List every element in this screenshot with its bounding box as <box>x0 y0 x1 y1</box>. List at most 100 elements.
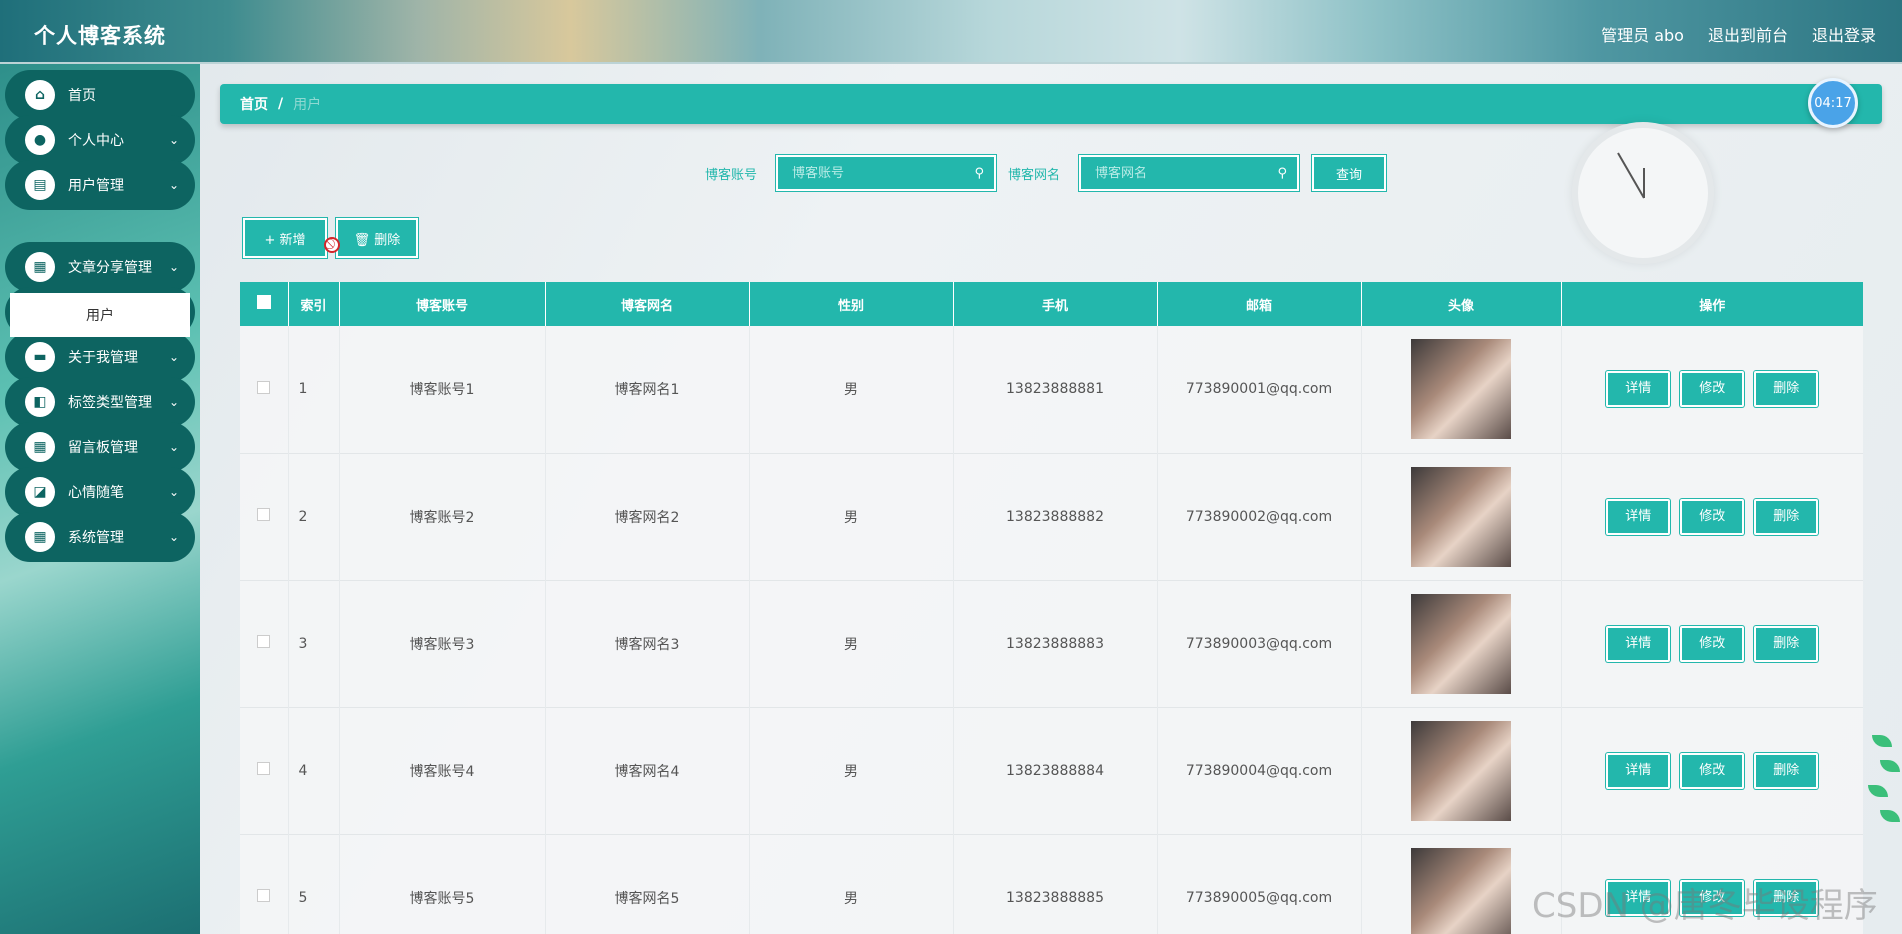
table-row: 4 博客账号4 博客网名4 男 13823888884 773890004@qq.com 详… <box>240 707 1863 834</box>
cell-phone: 13823888885 <box>953 834 1158 934</box>
cell-phone: 13823888882 <box>953 453 1158 580</box>
row-checkbox[interactable] <box>257 762 271 775</box>
wallet-icon: ◧ <box>25 387 55 417</box>
chevron-down-icon: ⌄ <box>168 260 179 274</box>
column-header-avatar: 头像 <box>1361 282 1562 326</box>
nickname-search-input[interactable] <box>1095 165 1265 181</box>
avatar <box>1411 339 1511 440</box>
cell-index: 1 <box>288 326 340 453</box>
sidebar-item-1[interactable]: ● 个人中心 ⌄ <box>5 115 195 165</box>
select-all-header[interactable] <box>240 282 289 326</box>
column-header-nickname: 博客网名 <box>545 282 750 326</box>
cell-email: 773890004@qq.com <box>1157 707 1362 834</box>
admin-user-link[interactable]: 管理员 abo <box>1601 22 1684 46</box>
table-row: 1 博客账号1 博客网名1 男 13823888881 773890001@qq.com 详… <box>240 326 1863 453</box>
sidebar-item-6[interactable]: ◧ 标签类型管理 ⌄ <box>5 377 195 427</box>
add-button[interactable]: + 新增 <box>243 218 327 258</box>
chevron-down-icon: ⌄ <box>168 395 179 409</box>
row-select-cell[interactable] <box>240 326 289 453</box>
cell-nickname: 博客网名1 <box>545 326 750 453</box>
cell-avatar <box>1361 453 1562 580</box>
column-header-index: 索引 <box>288 282 340 326</box>
cell-phone: 13823888883 <box>953 580 1158 707</box>
cell-account: 博客账号3 <box>339 580 546 707</box>
detail-button[interactable]: 详情 <box>1606 498 1671 535</box>
breadcrumb: 首页 / 用户 <box>220 84 1882 124</box>
sidebar-item-2[interactable]: ▤ 用户管理 ⌄ <box>5 160 195 210</box>
row-select-cell[interactable] <box>240 707 289 834</box>
select-all-checkbox[interactable] <box>256 295 271 309</box>
cell-index: 3 <box>288 580 340 707</box>
row-select-cell[interactable] <box>240 453 289 580</box>
detail-button[interactable]: 详情 <box>1606 371 1671 408</box>
sidebar-item-0[interactable]: ⌂ 首页 <box>5 70 195 120</box>
column-header-gender: 性别 <box>749 282 954 326</box>
cell-gender: 男 <box>749 326 954 453</box>
edit-button[interactable]: 修改 <box>1680 371 1745 408</box>
exit-to-frontend-link[interactable]: 退出到前台 <box>1708 22 1788 46</box>
cell-email: 773890002@qq.com <box>1157 453 1362 580</box>
cell-gender: 男 <box>749 707 954 834</box>
avatar <box>1411 593 1511 694</box>
grid-icon: ▦ <box>25 252 55 282</box>
sidebar-item-label: 用户管理 <box>68 178 124 194</box>
cell-avatar <box>1361 707 1562 834</box>
row-delete-button[interactable]: 删除 <box>1754 752 1819 789</box>
sidebar-item-9[interactable]: ▦ 系统管理 ⌄ <box>5 512 195 562</box>
chevron-down-icon: ⌄ <box>168 485 179 499</box>
sidebar-subitem-users[interactable]: 用户 <box>10 293 190 337</box>
row-checkbox[interactable] <box>257 508 271 521</box>
cell-account: 博客账号4 <box>339 707 546 834</box>
sidebar-item-8[interactable]: ◪ 心情随笔 ⌄ <box>5 467 195 517</box>
row-delete-button[interactable]: 删除 <box>1754 625 1819 662</box>
row-delete-button[interactable]: 删除 <box>1754 371 1819 408</box>
sidebar-item-label: 个人中心 <box>68 133 124 149</box>
row-checkbox[interactable] <box>257 635 271 648</box>
row-checkbox[interactable] <box>257 380 271 394</box>
account-search-box: ⚲ <box>776 155 996 191</box>
cell-avatar <box>1361 834 1562 934</box>
sidebar-item-7[interactable]: ▦ 留言板管理 ⌄ <box>5 422 195 472</box>
table-row: 3 博客账号3 博客网名3 男 13823888883 773890003@qq.com 详… <box>240 580 1863 707</box>
account-search-input[interactable] <box>792 165 962 181</box>
cell-index: 4 <box>288 707 340 834</box>
cell-account: 博客账号5 <box>339 834 546 934</box>
clock-illustration <box>1572 122 1714 264</box>
cell-nickname: 博客网名5 <box>545 834 750 934</box>
breadcrumb-separator: / <box>278 96 284 112</box>
cell-avatar <box>1361 326 1562 453</box>
query-button[interactable]: 查询 <box>1312 155 1386 191</box>
chevron-down-icon: ⌄ <box>168 350 179 364</box>
top-bar: 个人博客系统 管理员 abo 退出到前台 退出登录 <box>0 0 1902 64</box>
cell-actions: 详情 修改 删除 <box>1561 707 1863 834</box>
row-select-cell[interactable] <box>240 580 289 707</box>
sidebar: ⌂首页●个人中心⌄▤用户管理⌄▦文章分享管理⌄▣阅读排行管理⌄▬关于我管理⌄◧标… <box>0 64 200 934</box>
user-icon: ● <box>25 125 55 155</box>
nickname-search-box: ⚲ <box>1079 155 1299 191</box>
detail-button[interactable]: 详情 <box>1606 625 1671 662</box>
search-icon: ⚲ <box>1277 166 1287 181</box>
edit-button[interactable]: 修改 <box>1680 625 1745 662</box>
cell-nickname: 博客网名3 <box>545 580 750 707</box>
grid-icon: ▦ <box>25 522 55 552</box>
avatar <box>1411 720 1511 821</box>
sidebar-item-label: 关于我管理 <box>68 350 138 366</box>
logout-link[interactable]: 退出登录 <box>1812 22 1876 46</box>
breadcrumb-home[interactable]: 首页 <box>240 94 268 114</box>
sidebar-item-5[interactable]: ▬ 关于我管理 ⌄ <box>5 332 195 382</box>
avatar <box>1411 847 1511 934</box>
column-header-account: 博客账号 <box>339 282 546 326</box>
delete-button[interactable]: 🗑 删除 <box>336 218 418 258</box>
row-checkbox[interactable] <box>257 889 271 902</box>
edit-button[interactable]: 修改 <box>1680 752 1745 789</box>
sidebar-item-3[interactable]: ▦ 文章分享管理 ⌄ <box>5 242 195 292</box>
cell-avatar <box>1361 580 1562 707</box>
row-delete-button[interactable]: 删除 <box>1754 498 1819 535</box>
row-select-cell[interactable] <box>240 834 289 934</box>
edit-button[interactable]: 修改 <box>1680 498 1745 535</box>
chevron-down-icon: ⌄ <box>168 178 179 192</box>
briefcase-icon: ▬ <box>25 342 55 372</box>
sidebar-item-label: 心情随笔 <box>68 485 124 501</box>
cell-gender: 男 <box>749 453 954 580</box>
detail-button[interactable]: 详情 <box>1606 752 1671 789</box>
